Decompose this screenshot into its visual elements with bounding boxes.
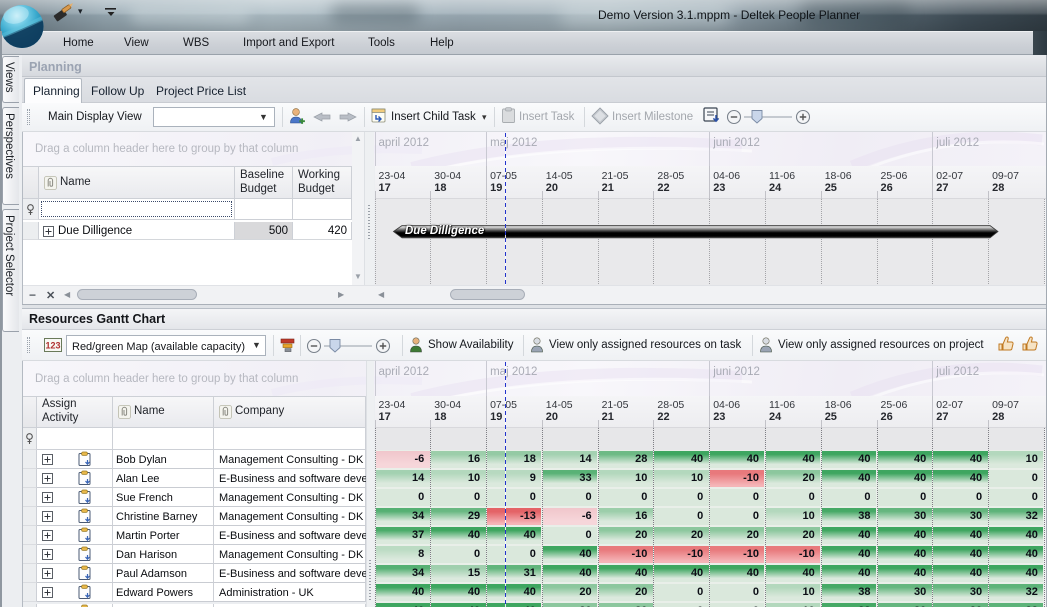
svg-text:123: 123	[45, 341, 60, 351]
